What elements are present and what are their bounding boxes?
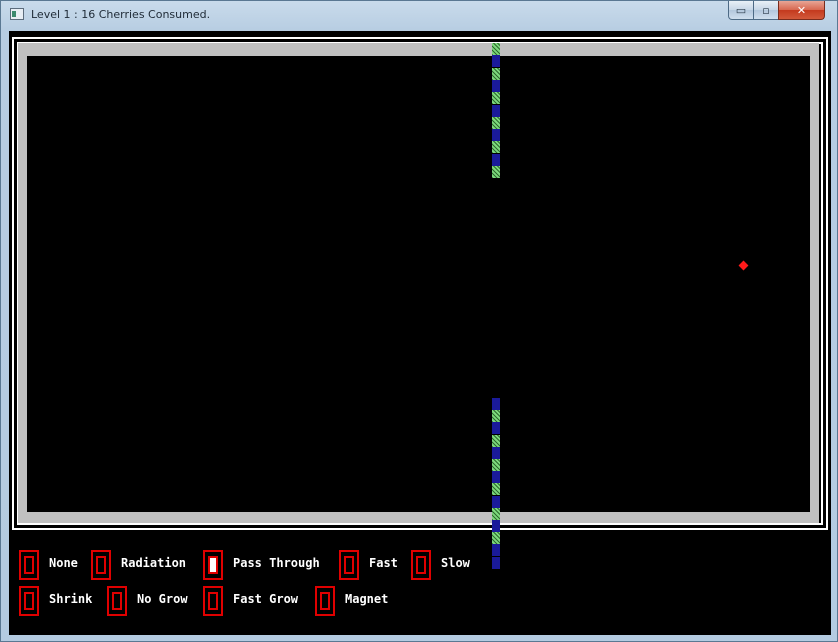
- game-window: Level 1 : 16 Cherries Consumed. ▭ ▫ ✕ No…: [0, 0, 838, 642]
- snake-segment: [492, 459, 500, 471]
- close-button[interactable]: ✕: [778, 1, 825, 20]
- snake-segment: [492, 556, 500, 569]
- snake-segment: [492, 422, 500, 435]
- powerup-indicator-icon: [107, 586, 127, 616]
- powerup-indicator-icon: [339, 550, 359, 580]
- snake-segment: [492, 55, 500, 68]
- snake-segment: [492, 43, 500, 55]
- minimize-button[interactable]: ▭: [728, 1, 754, 20]
- powerup-indicator-active-icon: [203, 550, 223, 580]
- snake-segment: [492, 520, 500, 532]
- powerup-label: No Grow: [137, 592, 188, 606]
- title-bar[interactable]: Level 1 : 16 Cherries Consumed. ▭ ▫ ✕: [1, 1, 837, 31]
- snake-segment: [492, 153, 500, 166]
- snake-segment: [492, 166, 500, 178]
- window-title: Level 1 : 16 Cherries Consumed.: [31, 8, 211, 21]
- snake-segment: [492, 532, 500, 545]
- powerup-indicator-icon: [315, 586, 335, 616]
- cherry-icon: [738, 260, 749, 271]
- maximize-button[interactable]: ▫: [753, 1, 779, 20]
- snake-segment: [492, 104, 500, 117]
- game-client-area[interactable]: None Radiation Pass Through Fast Slow Sh…: [9, 31, 831, 635]
- snake-segment: [492, 79, 500, 92]
- powerup-label: Fast Grow: [233, 592, 299, 606]
- powerup-label: None: [49, 556, 78, 570]
- powerup-indicator-icon: [91, 550, 111, 580]
- snake-segment: [492, 410, 500, 423]
- snake-segment: [492, 116, 500, 129]
- powerup-label: Fast: [369, 556, 398, 570]
- maximize-icon: ▫: [762, 3, 770, 17]
- snake-segment: [492, 129, 500, 142]
- snake-segment: [492, 446, 500, 459]
- app-icon: [10, 8, 24, 20]
- snake-segment: [492, 92, 500, 105]
- snake-segment: [492, 495, 500, 508]
- powerup-indicator-icon: [203, 586, 223, 616]
- powerup-indicator-icon: [19, 586, 39, 616]
- snake-segment: [492, 67, 500, 80]
- snake-segment: [492, 507, 500, 520]
- powerup-label: Radiation: [121, 556, 187, 570]
- powerup-label: Magnet: [345, 592, 389, 606]
- powerup-indicator-icon: [411, 550, 431, 580]
- snake-segment: [492, 141, 500, 154]
- snake-segment: [492, 483, 500, 496]
- game-arena: [27, 43, 810, 569]
- minimize-icon: ▭: [735, 3, 747, 17]
- close-icon: ✕: [796, 3, 807, 17]
- powerup-label: Shrink: [49, 592, 93, 606]
- snake-segment: [492, 471, 500, 484]
- powerup-label: Slow: [441, 556, 470, 570]
- snake-segment: [492, 398, 500, 410]
- snake-segment: [492, 434, 500, 447]
- powerup-indicator-icon: [19, 550, 39, 580]
- snake-segment: [492, 544, 500, 557]
- powerup-label: Pass Through: [233, 556, 320, 570]
